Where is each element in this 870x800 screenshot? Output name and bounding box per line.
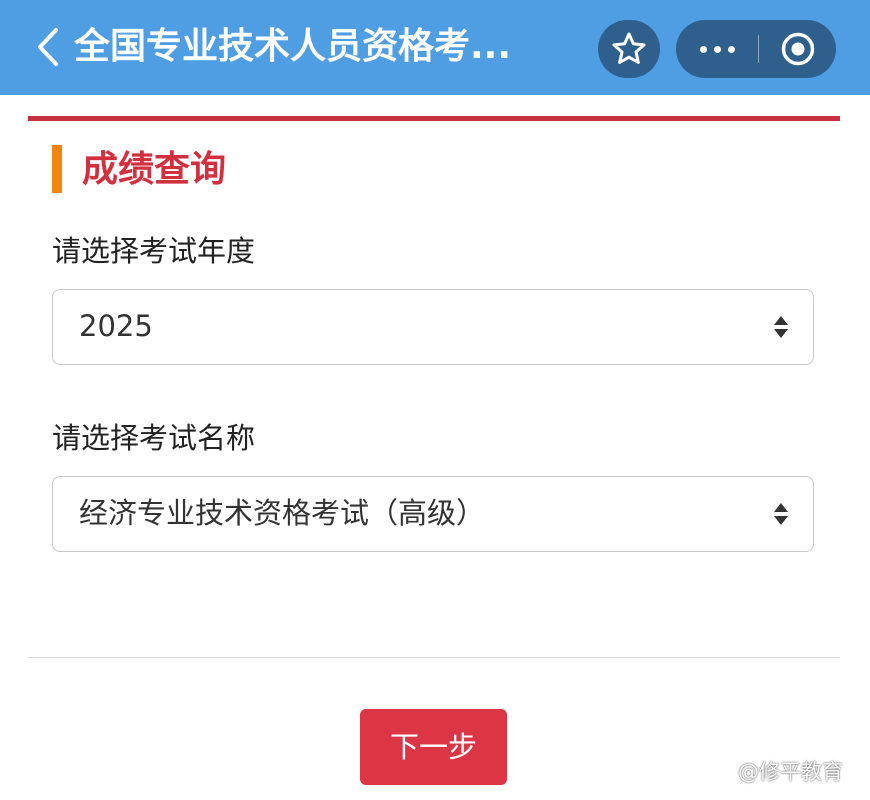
favorite-button[interactable]	[598, 20, 660, 78]
year-select-value: 2025	[79, 309, 153, 343]
page-title: 全国专业技术人员资格考...	[74, 26, 512, 67]
close-mini-program-button[interactable]	[759, 20, 836, 78]
mini-program-capsule	[676, 20, 836, 78]
more-options-button[interactable]	[676, 20, 758, 78]
paw-icon	[713, 761, 733, 780]
header-divider	[28, 116, 840, 121]
next-step-button[interactable]: 下一步	[360, 709, 507, 785]
year-label: 请选择考试年度	[52, 234, 256, 268]
star-icon	[612, 32, 646, 64]
updown-arrow-icon	[774, 316, 788, 338]
more-dots-icon	[727, 45, 735, 53]
form-divider	[28, 657, 840, 658]
section-title: 成绩查询	[82, 149, 227, 190]
exam-name-select-value: 经济专业技术资格考试（高级）	[79, 496, 486, 530]
watermark: @修平教育	[712, 755, 843, 787]
watermark-text: @修平教育	[738, 760, 843, 784]
more-dots-icon	[699, 45, 707, 53]
section-marker	[52, 145, 62, 193]
navigation-bar: 全国专业技术人员资格考...	[0, 0, 870, 95]
more-dots-icon	[713, 45, 721, 53]
back-button[interactable]	[28, 22, 68, 72]
target-circle-icon	[781, 32, 814, 66]
year-select[interactable]: 2025	[52, 289, 814, 365]
back-chevron-icon	[38, 28, 58, 66]
exam-name-select[interactable]: 经济专业技术资格考试（高级）	[52, 476, 814, 552]
exam-name-label: 请选择考试名称	[52, 421, 256, 455]
updown-arrow-icon	[774, 503, 788, 525]
